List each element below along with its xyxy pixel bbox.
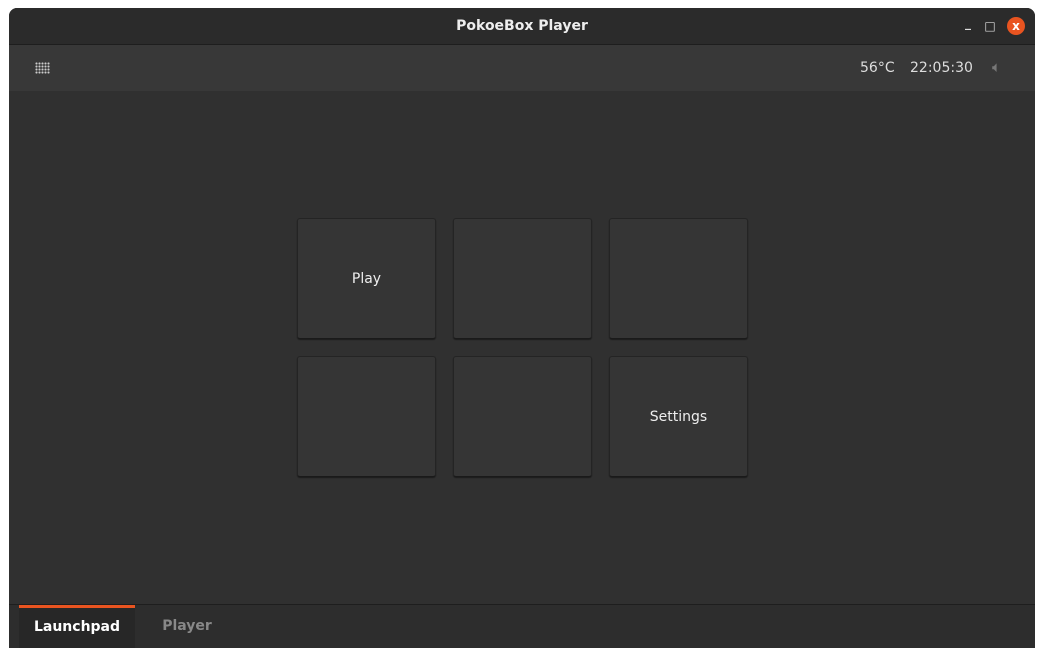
tab-bar: Launchpad Player [9, 604, 1035, 648]
clock: 22:05:30 [910, 60, 973, 76]
app-window: PokoeBox Player _ □ x 56°C 22:05:30 🔈︎ P… [9, 8, 1035, 648]
temperature: 56°C [860, 60, 895, 76]
launchpad-grid: Play Settings [297, 218, 748, 477]
tile-empty[interactable] [453, 218, 592, 339]
app-grid-icon[interactable] [35, 62, 50, 74]
tile-empty[interactable] [609, 218, 748, 339]
window-title: PokoeBox Player [456, 18, 588, 34]
tile-empty[interactable] [453, 356, 592, 477]
volume-icon[interactable]: 🔈︎ [992, 58, 1001, 76]
tile-play[interactable]: Play [297, 218, 436, 339]
maximize-button[interactable]: □ [981, 17, 999, 35]
minimize-button[interactable]: _ [959, 14, 977, 32]
title-bar: PokoeBox Player _ □ x [9, 8, 1035, 45]
toolbar: 56°C 22:05:30 🔈︎ [9, 45, 1035, 91]
close-button[interactable]: x [1007, 17, 1025, 35]
tile-settings[interactable]: Settings [609, 356, 748, 477]
tab-launchpad[interactable]: Launchpad [19, 605, 135, 648]
tile-empty[interactable] [297, 356, 436, 477]
tab-player[interactable]: Player [139, 605, 235, 648]
